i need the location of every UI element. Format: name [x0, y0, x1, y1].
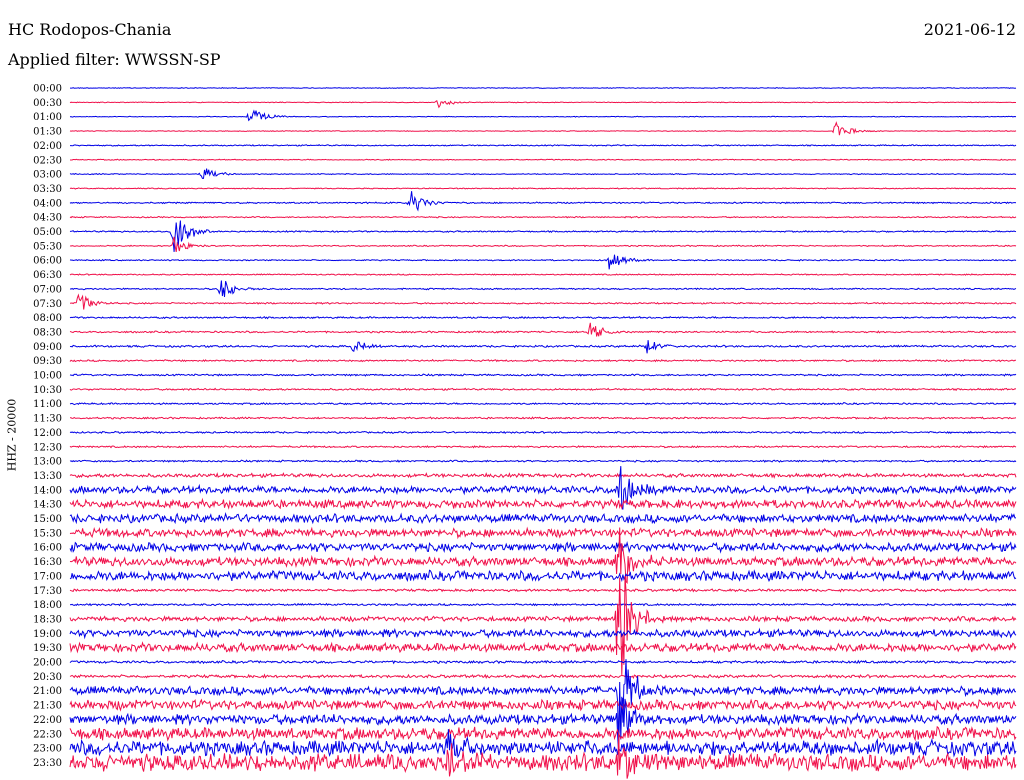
row-time-label: 21:00: [33, 686, 62, 697]
trace-line: [69, 236, 1017, 252]
trace-line: [69, 121, 1017, 136]
row-time-label: 02:00: [33, 141, 62, 152]
row-time-label: 12:30: [33, 442, 62, 453]
trace-line: [69, 373, 1017, 377]
row-time-label: 23:30: [33, 758, 62, 769]
trace-line: [69, 541, 1017, 554]
trace-line: [69, 659, 1017, 665]
station-title: HC Rodopos-Chania: [8, 20, 172, 39]
trace-line: [69, 280, 1017, 298]
trace-line: [69, 430, 1017, 435]
row-time-label: 05:00: [33, 227, 62, 238]
trace-line: [69, 387, 1017, 392]
trace-line: [69, 445, 1017, 449]
row-time-label: 11:30: [33, 414, 62, 425]
trace-line: [69, 641, 1017, 654]
trace-line: [69, 497, 1017, 510]
trace-line: [69, 627, 1017, 640]
trace-line: [69, 109, 1017, 122]
row-time-label: 01:00: [33, 112, 62, 123]
trace-line: [69, 315, 1017, 320]
row-time-label: 03:00: [33, 170, 62, 181]
row-time-label: 16:00: [33, 543, 62, 554]
row-time-label: 14:30: [33, 500, 62, 511]
row-time-label: 19:30: [33, 643, 62, 654]
row-time-label: 07:30: [33, 299, 62, 310]
trace-line: [70, 416, 1017, 420]
trace-line: [69, 100, 1016, 109]
row-time-label: 19:00: [33, 629, 62, 640]
trace-line: [69, 673, 1017, 680]
row-time-label: 04:00: [33, 198, 62, 209]
row-time-label: 06:30: [33, 270, 62, 281]
row-time-label: 09:00: [33, 342, 62, 353]
row-time-label: 09:30: [33, 356, 62, 367]
row-time-label: 05:30: [33, 241, 62, 252]
trace-line: [69, 569, 1017, 583]
row-time-label: 10:00: [33, 371, 62, 382]
row-time-label: 22:00: [33, 715, 62, 726]
row-time-label: 23:00: [33, 744, 62, 755]
record-date: 2021-06-12: [923, 20, 1016, 39]
trace-line: [69, 168, 1017, 179]
row-time-label: 16:30: [33, 557, 62, 568]
trace-line: [69, 402, 1017, 406]
trace-line: [69, 734, 1017, 779]
trace-line: [69, 725, 1017, 742]
row-time-label: 10:30: [33, 385, 62, 396]
trace-line: [69, 472, 1017, 479]
row-time-label: 18:00: [33, 600, 62, 611]
trace-line: [69, 254, 1017, 270]
row-time-label: 07:00: [33, 284, 62, 295]
row-time-label: 18:30: [33, 614, 62, 625]
row-time-label: 17:30: [33, 586, 62, 597]
row-time-label: 13:00: [33, 457, 62, 468]
row-time-label: 06:00: [33, 256, 62, 267]
trace-line: [69, 191, 1017, 212]
trace-line: [69, 293, 1017, 310]
row-time-label: 04:30: [33, 213, 62, 224]
row-time-label: 08:30: [33, 327, 62, 338]
row-time-label: 00:00: [33, 84, 62, 95]
row-time-label: 17:00: [33, 571, 62, 582]
row-time-label: 08:00: [33, 313, 62, 324]
trace-line: [69, 526, 1017, 540]
row-time-label: 14:00: [33, 485, 62, 496]
row-time-label: 13:30: [33, 471, 62, 482]
trace-line: [69, 466, 1017, 510]
row-time-label: 21:30: [33, 701, 62, 712]
seismogram-plot: 00:00 00:30 01:00 01:30 02:00 02:30 03:00 03:30…: [33, 84, 1017, 779]
row-time-label: 03:30: [33, 184, 62, 195]
row-time-label: 02:30: [33, 155, 62, 166]
trace-line: [70, 87, 1017, 89]
row-time-label: 11:00: [33, 399, 62, 410]
y-axis-label: HHZ - 20000: [5, 398, 19, 472]
trace-line: [69, 220, 1017, 252]
trace-line: [69, 340, 1017, 354]
trace-line: [69, 322, 1017, 337]
trace-line: [69, 215, 1017, 219]
row-time-label: 20:30: [33, 672, 62, 683]
trace-line: [70, 158, 1017, 161]
trace-line: [69, 187, 1017, 190]
row-time-label: 00:30: [33, 98, 62, 109]
trace-line: [69, 698, 1017, 712]
row-time-label: 01:30: [33, 127, 62, 138]
row-time-label: 15:00: [33, 514, 62, 525]
trace-line: [69, 358, 1017, 363]
trace-line: [69, 273, 1017, 276]
row-time-label: 22:30: [33, 729, 62, 740]
trace-line: [69, 602, 1017, 607]
row-time-label: 20:00: [33, 658, 62, 669]
trace-line: [69, 511, 1016, 525]
trace-line: [69, 459, 1017, 463]
trace-line: [70, 144, 1017, 147]
row-time-label: 12:00: [33, 428, 62, 439]
trace-line: [69, 587, 1017, 593]
row-time-label: 15:30: [33, 528, 62, 539]
filter-subtitle: Applied filter: WWSSN-SP: [8, 50, 221, 69]
